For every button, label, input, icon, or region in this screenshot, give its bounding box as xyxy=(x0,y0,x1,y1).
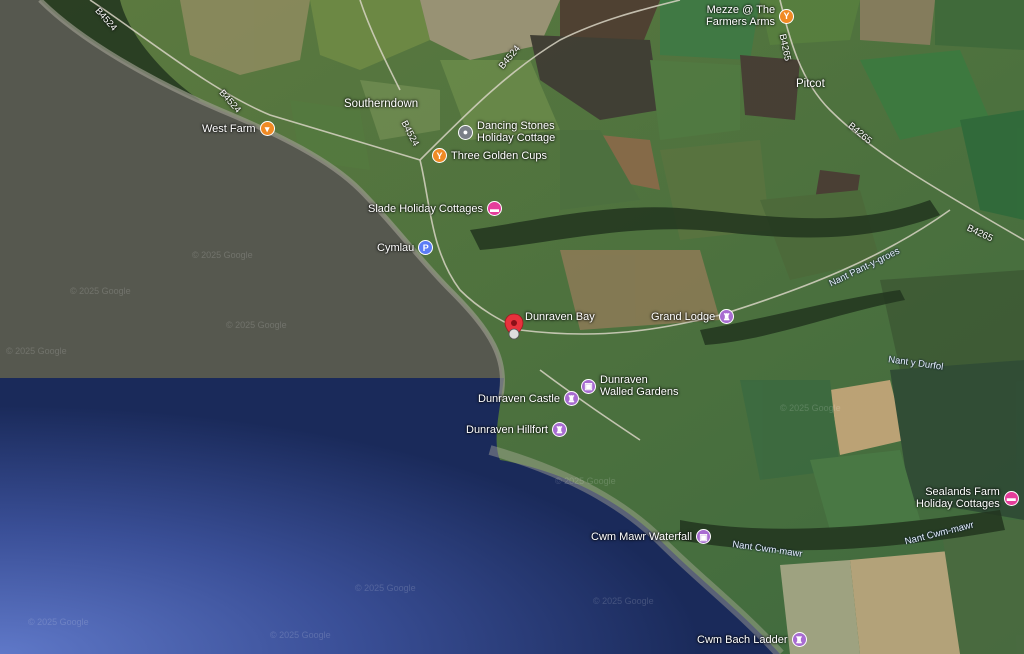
watermark: © 2025 Google xyxy=(70,286,131,296)
cup-icon: ▾ xyxy=(259,121,275,136)
watermark: © 2025 Google xyxy=(355,583,416,593)
poi-walled-gardens[interactable]: ▣ Dunraven Walled Gardens xyxy=(581,374,678,398)
poi-west-farm[interactable]: ▾ West Farm xyxy=(202,121,275,136)
watermark: © 2025 Google xyxy=(270,630,331,640)
place-label-pitcot[interactable]: Pitcot xyxy=(796,78,825,90)
poi-grand-lodge[interactable]: ♜ Grand Lodge xyxy=(651,309,735,324)
poi-cwm-mawr[interactable]: ▣ Cwm Mawr Waterfall xyxy=(591,529,712,544)
bed-icon: ▬ xyxy=(486,201,502,216)
watermark: © 2025 Google xyxy=(780,403,841,413)
poi-slade[interactable]: ▬ Slade Holiday Cottages xyxy=(368,201,502,216)
poi-dunraven-castle[interactable]: ♜ Dunraven Castle xyxy=(478,391,579,406)
landmark-icon: ▣ xyxy=(581,378,596,394)
landmark-icon: ♜ xyxy=(719,309,735,324)
poi-mezze[interactable]: Y Mezze @ The Farmers Arms xyxy=(706,4,795,28)
glass-icon: Y xyxy=(779,8,795,24)
bed-icon: ▬ xyxy=(1003,490,1019,506)
poi-dancing-stones[interactable]: ● Dancing Stones Holiday Cottage xyxy=(458,120,555,144)
landmark-icon: ♜ xyxy=(563,391,579,406)
watermark: © 2025 Google xyxy=(555,476,616,486)
watermark: © 2025 Google xyxy=(28,617,89,627)
landmark-icon: ▣ xyxy=(696,529,712,544)
landmark-icon: ♜ xyxy=(791,632,807,647)
pin-icon: ● xyxy=(458,124,473,140)
poi-cymlau[interactable]: P Cymlau xyxy=(377,240,434,255)
satellite-map[interactable] xyxy=(0,0,1024,654)
poi-three-golden-cups[interactable]: Y Three Golden Cups xyxy=(432,148,547,163)
poi-dunraven-bay[interactable]: Dunraven Bay xyxy=(525,311,595,323)
poi-cwm-bach[interactable]: ♜ Cwm Bach Ladder xyxy=(697,632,807,647)
poi-sealands[interactable]: ▬ Sealands Farm Holiday Cottages xyxy=(916,486,1019,510)
poi-dunraven-hillfort[interactable]: ♜ Dunraven Hillfort xyxy=(466,422,567,437)
watermark: © 2025 Google xyxy=(192,250,253,260)
glass-icon: Y xyxy=(432,148,447,163)
watermark: © 2025 Google xyxy=(226,320,287,330)
watermark: © 2025 Google xyxy=(593,596,654,606)
place-label-southerndown[interactable]: Southerndown xyxy=(344,98,418,110)
watermark: © 2025 Google xyxy=(6,346,67,356)
landmark-icon: ♜ xyxy=(551,422,567,437)
parking-icon: P xyxy=(418,240,434,255)
